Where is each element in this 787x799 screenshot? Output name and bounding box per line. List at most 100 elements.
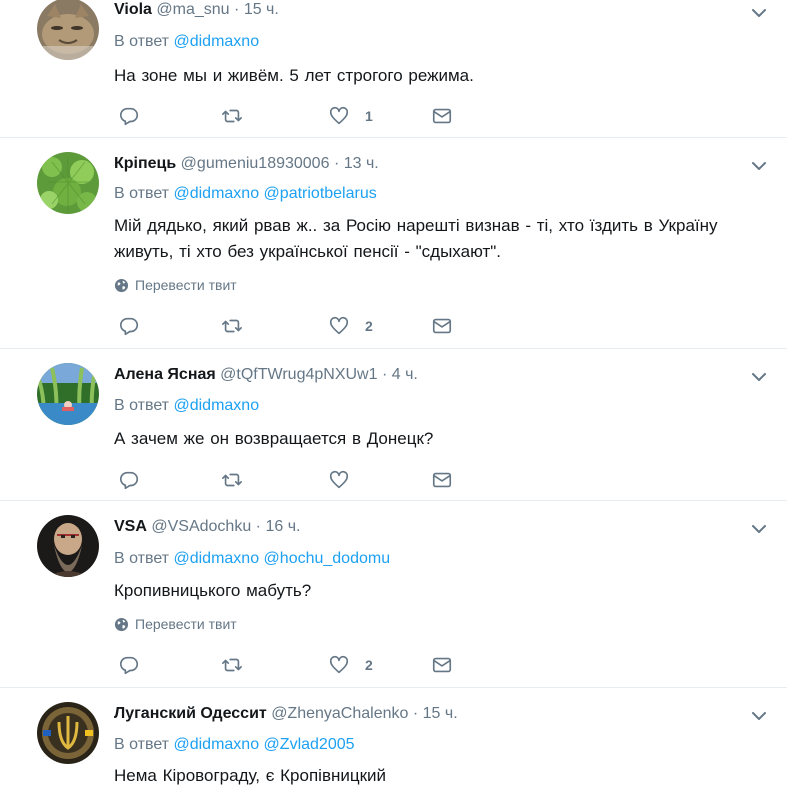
reply-context: В ответ @didmaxno (114, 396, 259, 416)
separator: · (255, 518, 261, 535)
envelope-icon (432, 318, 452, 334)
retweet-icon (222, 658, 242, 672)
tweet-text: Нема Кіровограду, є Кропівницкий (114, 766, 387, 785)
reply-prefix: В ответ (114, 736, 170, 753)
direct-message-button[interactable] (431, 105, 453, 127)
chevron-down-icon[interactable] (749, 367, 769, 387)
mention-link[interactable]: @didmaxno (173, 185, 259, 202)
globe-icon (114, 617, 129, 631)
reply-prefix: В ответ (114, 550, 170, 567)
like-button[interactable]: 2 (328, 654, 373, 676)
translate-link[interactable]: Перевести твит (114, 277, 237, 293)
tweet-header: VSA @VSAdochku · 16 ч. (114, 517, 300, 537)
fullname[interactable]: Кріпець (114, 155, 176, 172)
mention-link[interactable]: @hochu_dodomu (264, 550, 391, 567)
retweet-button[interactable] (221, 654, 243, 676)
avatar[interactable] (37, 0, 99, 60)
mention-link[interactable]: @didmaxno (173, 397, 259, 414)
tweet-header: Viola @ma_snu · 15 ч. (114, 0, 279, 20)
mention-link[interactable]: @didmaxno (173, 33, 259, 50)
reply-button[interactable] (118, 315, 140, 337)
direct-message-button[interactable] (431, 654, 453, 676)
retweet-button[interactable] (221, 469, 243, 491)
tweet-header: Кріпець @gumeniu18930006 · 13 ч. (114, 154, 379, 174)
timestamp[interactable]: 13 ч. (344, 155, 379, 172)
envelope-icon (432, 657, 452, 673)
reply-prefix: В ответ (114, 397, 170, 414)
direct-message-button[interactable] (431, 469, 453, 491)
reply-icon (119, 656, 139, 675)
like-count: 2 (365, 318, 373, 334)
avatar[interactable] (37, 515, 99, 577)
tweet-text: Мій дядько, який рвав ж.. за Росію нареш… (114, 216, 718, 261)
avatar[interactable] (37, 702, 99, 764)
tweet-header: Луганский Одессит @ZhenyaChalenko · 15 ч… (114, 704, 458, 724)
fullname[interactable]: Луганский Одессит (114, 705, 267, 722)
like-count: 2 (365, 657, 373, 673)
like-button[interactable]: 1 (328, 105, 373, 127)
username[interactable]: @ZhenyaChalenko (271, 705, 408, 722)
reply-prefix: В ответ (114, 33, 170, 50)
username[interactable]: @gumeniu18930006 (181, 155, 330, 172)
mention-link[interactable]: @didmaxno (173, 736, 259, 753)
reply-button[interactable] (118, 654, 140, 676)
heart-icon (329, 655, 349, 674)
reply-context: В ответ @didmaxno (114, 32, 259, 52)
reply-context: В ответ @didmaxno @Zvlad2005 (114, 735, 355, 755)
direct-message-button[interactable] (431, 315, 453, 337)
tweet-text: На зоне мы и живём. 5 лет строгого режим… (114, 66, 474, 85)
retweet-icon (222, 473, 242, 487)
chevron-down-icon[interactable] (749, 519, 769, 539)
tweet[interactable]: VSA @VSAdochku · 16 ч. В ответ @didmaxno… (0, 501, 787, 688)
tweet-text: Кропивницького мабуть? (114, 581, 312, 600)
fullname[interactable]: VSA (114, 518, 147, 535)
tweet[interactable]: Viola @ma_snu · 15 ч. В ответ @didmaxno … (0, 0, 787, 138)
heart-icon (329, 106, 349, 125)
heart-icon (329, 470, 349, 489)
separator: · (412, 705, 419, 722)
reply-button[interactable] (118, 469, 140, 491)
fullname[interactable]: Алена Ясная (114, 366, 216, 383)
mention-link[interactable]: @didmaxno (173, 550, 259, 567)
tweet[interactable]: Алена Ясная @tQfTWrug4pNXUw1 · 4 ч. В от… (0, 349, 787, 501)
reply-button[interactable] (118, 105, 140, 127)
retweet-icon (222, 109, 242, 123)
mention-link[interactable]: @patriotbelarus (264, 185, 377, 202)
timestamp[interactable]: 15 ч. (423, 705, 458, 722)
tweet[interactable]: Кріпець @gumeniu18930006 · 13 ч. В ответ… (0, 138, 787, 349)
username[interactable]: @VSAdochku (151, 518, 251, 535)
separator: · (381, 366, 388, 383)
reply-context: В ответ @didmaxno @hochu_dodomu (114, 549, 390, 569)
username[interactable]: @tQfTWrug4pNXUw1 (220, 366, 377, 383)
avatar[interactable] (37, 363, 99, 425)
retweet-button[interactable] (221, 315, 243, 337)
reply-context: В ответ @didmaxno @patriotbelarus (114, 184, 377, 204)
reply-icon (119, 107, 139, 126)
mention-link[interactable]: @Zvlad2005 (264, 736, 355, 753)
tweet[interactable]: Луганский Одессит @ZhenyaChalenko · 15 ч… (0, 688, 787, 799)
chevron-down-icon[interactable] (749, 156, 769, 176)
retweet-button[interactable] (221, 105, 243, 127)
tweet-actions: 2 (118, 315, 478, 337)
globe-icon (114, 278, 129, 292)
timestamp[interactable]: 4 ч. (392, 366, 418, 383)
separator: · (333, 155, 340, 172)
translate-link[interactable]: Перевести твит (114, 616, 237, 632)
envelope-icon (432, 472, 452, 488)
fullname[interactable]: Viola (114, 1, 152, 18)
tweet-header: Алена Ясная @tQfTWrug4pNXUw1 · 4 ч. (114, 365, 418, 385)
username[interactable]: @ma_snu (156, 1, 229, 18)
timestamp[interactable]: 15 ч. (244, 1, 279, 18)
chevron-down-icon[interactable] (749, 706, 769, 726)
like-button[interactable]: 2 (328, 315, 373, 337)
envelope-icon (432, 108, 452, 124)
like-button[interactable] (328, 469, 365, 491)
tweet-actions: 2 (118, 654, 478, 676)
separator: · (234, 1, 240, 18)
avatar[interactable] (37, 152, 99, 214)
tweet-actions: 1 (118, 105, 478, 127)
reply-icon (119, 317, 139, 336)
timestamp[interactable]: 16 ч. (265, 518, 300, 535)
translate-label: Перевести твит (135, 277, 237, 293)
chevron-down-icon[interactable] (749, 3, 769, 23)
